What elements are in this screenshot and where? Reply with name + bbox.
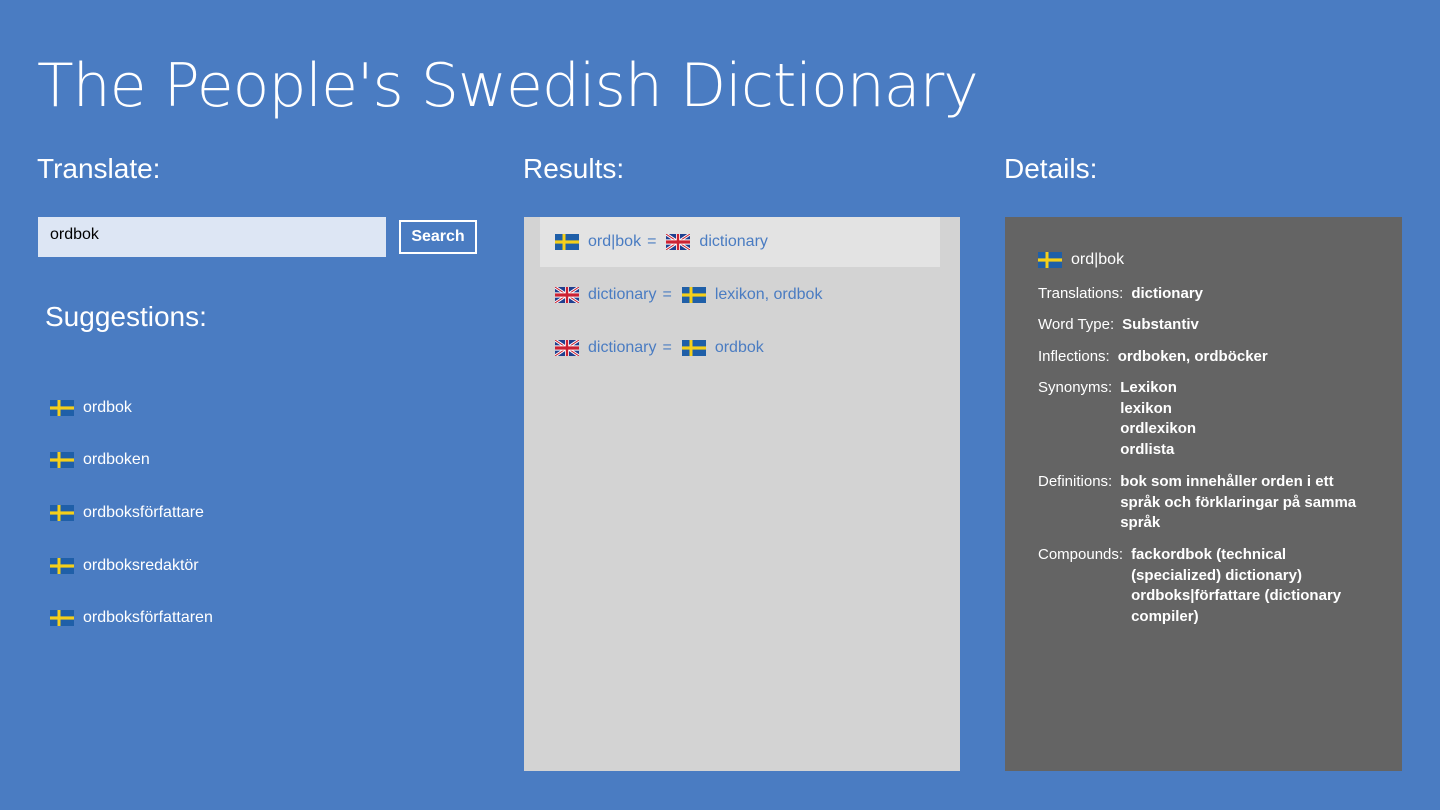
synonym-value: ordlexikon [1120, 420, 1197, 437]
synonyms-values: Lexikon lexikon ordlexikon ordlista [1120, 378, 1196, 460]
result-target-word: lexikon, ordbok [714, 286, 823, 303]
result-row[interactable]: ord|bok = dictionary [540, 217, 940, 267]
compound-line: compiler) [1131, 607, 1199, 625]
word-type-values: Substantiv [1122, 315, 1199, 336]
definitions-row: Definitions: bok som innehåller orden i … [1038, 472, 1356, 534]
suggestion-item[interactable]: ordboken [50, 443, 213, 478]
synonyms-row: Synonyms: Lexikon lexikon ordlexikon ord… [1038, 378, 1196, 460]
uk-flag-icon [555, 287, 579, 303]
word-type-label: Word Type: [1038, 316, 1115, 333]
swedish-flag-icon [555, 234, 579, 250]
compound-line: (specialized) dictionary) [1131, 566, 1302, 584]
inflections-row: Inflections: ordboken, ordböcker [1038, 347, 1268, 368]
compounds-row: Compounds: fackordbok (technical (specia… [1038, 545, 1341, 627]
definitions-values: bok som innehåller orden i ett språk och… [1120, 472, 1356, 534]
suggestion-text: ordboksförfattaren [83, 609, 213, 627]
swedish-flag-icon [50, 399, 74, 416]
equals-sign: = [647, 233, 657, 250]
compounds-label: Compounds: [1038, 546, 1124, 563]
result-row[interactable]: dictionary = lexikon, ordbok [540, 270, 940, 320]
uk-flag-icon [555, 340, 579, 356]
app-title: The People's Swedish Dictionary [37, 51, 979, 121]
suggestion-text: ordbok [83, 398, 132, 416]
inflections-values: ordboken, ordböcker [1118, 347, 1268, 368]
synonym-value: Lexikon [1120, 379, 1177, 396]
suggestions-list: ordbok ordboken ordboksförfattare ordbok… [50, 390, 213, 653]
definitions-label: Definitions: [1038, 473, 1113, 490]
suggestion-item[interactable]: ordboksförfattaren [50, 601, 213, 636]
translations-row: Translations: dictionary [1038, 284, 1203, 305]
definition-line: bok som innehåller orden i ett [1120, 473, 1334, 490]
swedish-flag-icon [50, 452, 74, 469]
equals-sign: = [662, 286, 672, 303]
translations-label: Translations: [1038, 285, 1124, 302]
compound-line: ordboks|författare (dictionary [1131, 587, 1342, 604]
suggestion-item[interactable]: ordboksförfattare [50, 495, 213, 530]
details-panel: ord|bok Translations: dictionary Word Ty… [1005, 217, 1402, 771]
suggestion-item[interactable]: ordboksredaktör [50, 548, 213, 583]
word-type-value: Substantiv [1122, 316, 1199, 333]
result-source-word: ord|bok [588, 233, 642, 250]
swedish-flag-icon [50, 610, 74, 627]
translate-heading: Translate: [37, 153, 161, 184]
definition-line: språk [1120, 514, 1161, 531]
inflection-value: ordboken, ordböcker [1117, 348, 1268, 365]
synonym-value: lexikon [1120, 399, 1172, 417]
result-source-word: dictionary [588, 339, 657, 356]
swedish-flag-icon [1038, 252, 1062, 268]
suggestion-text: ordboken [83, 451, 150, 469]
search-input[interactable] [38, 217, 386, 257]
suggestion-text: ordboksredaktör [83, 556, 199, 574]
compound-line: fackordbok (technical [1131, 546, 1287, 563]
uk-flag-icon [666, 234, 691, 250]
translation-value: dictionary [1131, 285, 1203, 302]
translations-values: dictionary [1131, 284, 1203, 305]
synonym-value: ordlista [1120, 440, 1175, 458]
compounds-values: fackordbok (technical (specialized) dict… [1131, 545, 1341, 627]
inflections-label: Inflections: [1038, 348, 1110, 365]
results-heading: Results: [523, 153, 625, 184]
suggestions-heading: Suggestions: [45, 301, 207, 332]
swedish-flag-icon [681, 287, 706, 303]
suggestion-text: ordboksförfattare [83, 503, 204, 521]
equals-sign: = [662, 339, 672, 356]
result-source-word: dictionary [588, 286, 657, 303]
details-word-text: ord|bok [1071, 251, 1125, 268]
results-panel: ord|bok = dictionary dictionary = lexiko… [524, 217, 960, 771]
word-type-row: Word Type: Substantiv [1038, 315, 1199, 336]
search-button[interactable]: Search [399, 220, 477, 254]
synonyms-label: Synonyms: [1038, 379, 1113, 396]
suggestion-item[interactable]: ordbok [50, 390, 213, 425]
definition-line: språk och förklaringar på samma [1120, 493, 1357, 511]
swedish-flag-icon [50, 557, 74, 574]
result-row[interactable]: dictionary = ordbok [540, 323, 940, 373]
swedish-flag-icon [681, 340, 706, 356]
result-target-word: dictionary [699, 233, 768, 250]
details-word: ord|bok [1038, 251, 1124, 269]
result-target-word: ordbok [714, 339, 764, 356]
swedish-flag-icon [50, 504, 74, 521]
details-heading: Details: [1004, 153, 1098, 184]
